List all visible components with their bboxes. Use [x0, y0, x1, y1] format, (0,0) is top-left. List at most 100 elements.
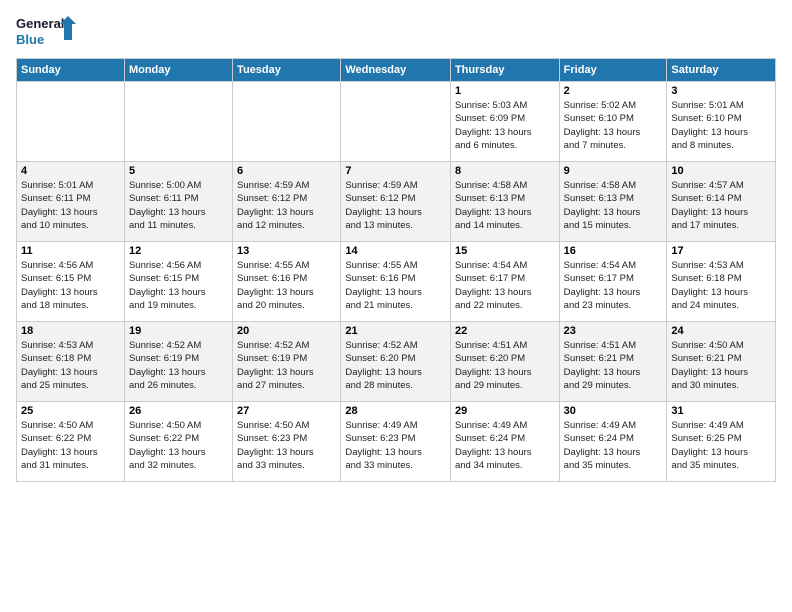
calendar-cell: 9 Sunrise: 4:58 AM Sunset: 6:13 PM Daylig… — [559, 162, 667, 242]
day-info: Sunrise: 5:01 AM Sunset: 6:11 PM Dayligh… — [21, 179, 120, 232]
calendar-cell: 17Sunrise: 4:53 AM Sunset: 6:18 PM Dayli… — [667, 242, 776, 322]
day-number: 19 — [129, 325, 228, 337]
calendar-cell: 25 Sunrise: 4:50 AM Sunset: 6:22 PM Dayli… — [17, 402, 125, 482]
calendar-cell: 19 Sunrise: 4:52 AM Sunset: 6:19 PM Dayli… — [124, 322, 232, 402]
calendar-cell: 23Sunrise: 4:51 AM Sunset: 6:21 PM Dayli… — [559, 322, 667, 402]
day-info: Sunrise: 4:50 AM Sunset: 6:22 PM Dayligh… — [21, 419, 120, 472]
day-info: Sunrise: 4:58 AM Sunset: 6:13 PM Dayligh… — [564, 179, 663, 232]
day-number: 12 — [129, 245, 228, 257]
day-info: Sunrise: 4:50 AM Sunset: 6:22 PM Dayligh… — [129, 419, 228, 472]
calendar-cell: 8Sunrise: 4:58 AM Sunset: 6:13 PM Daylig… — [450, 162, 559, 242]
calendar-cell: 29Sunrise: 4:49 AM Sunset: 6:24 PM Dayli… — [450, 402, 559, 482]
calendar-cell: 11 Sunrise: 4:56 AM Sunset: 6:15 PM Dayli… — [17, 242, 125, 322]
day-info: Sunrise: 4:51 AM Sunset: 6:21 PM Dayligh… — [564, 339, 663, 392]
weekday-header-sunday: Sunday — [17, 59, 125, 82]
day-info: Sunrise: 4:52 AM Sunset: 6:20 PM Dayligh… — [345, 339, 446, 392]
calendar-cell: 3 Sunrise: 5:01 AM Sunset: 6:10 PM Daylig… — [667, 82, 776, 162]
calendar-cell: 20 Sunrise: 4:52 AM Sunset: 6:19 PM Dayli… — [233, 322, 341, 402]
day-number: 13 — [237, 245, 336, 257]
calendar-cell: 5Sunrise: 5:00 AM Sunset: 6:11 PM Daylig… — [124, 162, 232, 242]
weekday-header-thursday: Thursday — [450, 59, 559, 82]
day-info: Sunrise: 5:00 AM Sunset: 6:11 PM Dayligh… — [129, 179, 228, 232]
day-number: 6 — [237, 165, 336, 177]
day-number: 14 — [345, 245, 446, 257]
day-info: Sunrise: 4:51 AM Sunset: 6:20 PM Dayligh… — [455, 339, 555, 392]
calendar: SundayMondayTuesdayWednesdayThursdayFrid… — [16, 58, 776, 482]
day-info: Sunrise: 4:49 AM Sunset: 6:24 PM Dayligh… — [564, 419, 663, 472]
day-info: Sunrise: 4:59 AM Sunset: 6:12 PM Dayligh… — [237, 179, 336, 232]
day-number: 1 — [455, 85, 555, 97]
calendar-cell — [233, 82, 341, 162]
day-number: 4 — [21, 165, 120, 177]
calendar-cell: 24 Sunrise: 4:50 AM Sunset: 6:21 PM Dayli… — [667, 322, 776, 402]
calendar-cell: 2 Sunrise: 5:02 AM Sunset: 6:10 PM Daylig… — [559, 82, 667, 162]
svg-text:General: General — [16, 16, 64, 31]
day-number: 28 — [345, 405, 446, 417]
day-number: 16 — [564, 245, 663, 257]
day-info: Sunrise: 5:02 AM Sunset: 6:10 PM Dayligh… — [564, 99, 663, 152]
calendar-cell — [341, 82, 451, 162]
calendar-cell — [124, 82, 232, 162]
calendar-cell: 1Sunrise: 5:03 AM Sunset: 6:09 PM Daylig… — [450, 82, 559, 162]
calendar-cell: 26 Sunrise: 4:50 AM Sunset: 6:22 PM Dayli… — [124, 402, 232, 482]
logo-svg: General Blue — [16, 12, 76, 50]
day-number: 29 — [455, 405, 555, 417]
calendar-cell: 4 Sunrise: 5:01 AM Sunset: 6:11 PM Daylig… — [17, 162, 125, 242]
day-info: Sunrise: 4:50 AM Sunset: 6:21 PM Dayligh… — [671, 339, 771, 392]
calendar-cell: 22 Sunrise: 4:51 AM Sunset: 6:20 PM Dayli… — [450, 322, 559, 402]
day-number: 2 — [564, 85, 663, 97]
calendar-cell: 12 Sunrise: 4:56 AM Sunset: 6:15 PM Dayli… — [124, 242, 232, 322]
day-number: 31 — [671, 405, 771, 417]
calendar-cell: 10 Sunrise: 4:57 AM Sunset: 6:14 PM Dayli… — [667, 162, 776, 242]
day-number: 7 — [345, 165, 446, 177]
day-info: Sunrise: 4:52 AM Sunset: 6:19 PM Dayligh… — [237, 339, 336, 392]
day-number: 11 — [21, 245, 120, 257]
header: General Blue — [16, 12, 776, 50]
day-number: 18 — [21, 325, 120, 337]
weekday-header-tuesday: Tuesday — [233, 59, 341, 82]
day-number: 26 — [129, 405, 228, 417]
calendar-cell: 14 Sunrise: 4:55 AM Sunset: 6:16 PM Dayli… — [341, 242, 451, 322]
day-info: Sunrise: 5:01 AM Sunset: 6:10 PM Dayligh… — [671, 99, 771, 152]
day-number: 8 — [455, 165, 555, 177]
calendar-cell: 16 Sunrise: 4:54 AM Sunset: 6:17 PM Dayli… — [559, 242, 667, 322]
weekday-header-friday: Friday — [559, 59, 667, 82]
day-info: Sunrise: 4:56 AM Sunset: 6:15 PM Dayligh… — [21, 259, 120, 312]
day-number: 20 — [237, 325, 336, 337]
day-info: Sunrise: 4:57 AM Sunset: 6:14 PM Dayligh… — [671, 179, 771, 232]
day-number: 3 — [671, 85, 771, 97]
day-number: 22 — [455, 325, 555, 337]
weekday-header-wednesday: Wednesday — [341, 59, 451, 82]
day-number: 15 — [455, 245, 555, 257]
day-info: Sunrise: 4:54 AM Sunset: 6:17 PM Dayligh… — [455, 259, 555, 312]
calendar-cell: 13 Sunrise: 4:55 AM Sunset: 6:16 PM Dayli… — [233, 242, 341, 322]
day-number: 9 — [564, 165, 663, 177]
day-info: Sunrise: 4:50 AM Sunset: 6:23 PM Dayligh… — [237, 419, 336, 472]
day-number: 25 — [21, 405, 120, 417]
calendar-cell: 31 Sunrise: 4:49 AM Sunset: 6:25 PM Dayli… — [667, 402, 776, 482]
day-number: 17 — [671, 245, 771, 257]
weekday-header-monday: Monday — [124, 59, 232, 82]
logo: General Blue — [16, 12, 76, 50]
day-number: 30 — [564, 405, 663, 417]
day-number: 24 — [671, 325, 771, 337]
day-info: Sunrise: 4:53 AM Sunset: 6:18 PM Dayligh… — [21, 339, 120, 392]
calendar-cell: 18 Sunrise: 4:53 AM Sunset: 6:18 PM Dayli… — [17, 322, 125, 402]
calendar-cell: 28Sunrise: 4:49 AM Sunset: 6:23 PM Dayli… — [341, 402, 451, 482]
day-info: Sunrise: 4:54 AM Sunset: 6:17 PM Dayligh… — [564, 259, 663, 312]
day-info: Sunrise: 4:59 AM Sunset: 6:12 PM Dayligh… — [345, 179, 446, 232]
day-number: 27 — [237, 405, 336, 417]
day-info: Sunrise: 4:49 AM Sunset: 6:25 PM Dayligh… — [671, 419, 771, 472]
day-info: Sunrise: 4:56 AM Sunset: 6:15 PM Dayligh… — [129, 259, 228, 312]
day-number: 10 — [671, 165, 771, 177]
calendar-cell: 15 Sunrise: 4:54 AM Sunset: 6:17 PM Dayli… — [450, 242, 559, 322]
calendar-cell: 30 Sunrise: 4:49 AM Sunset: 6:24 PM Dayli… — [559, 402, 667, 482]
svg-text:Blue: Blue — [16, 32, 44, 47]
calendar-cell — [17, 82, 125, 162]
calendar-cell: 21Sunrise: 4:52 AM Sunset: 6:20 PM Dayli… — [341, 322, 451, 402]
day-info: Sunrise: 4:55 AM Sunset: 6:16 PM Dayligh… — [345, 259, 446, 312]
calendar-cell: 7 Sunrise: 4:59 AM Sunset: 6:12 PM Daylig… — [341, 162, 451, 242]
day-info: Sunrise: 4:55 AM Sunset: 6:16 PM Dayligh… — [237, 259, 336, 312]
day-info: Sunrise: 4:52 AM Sunset: 6:19 PM Dayligh… — [129, 339, 228, 392]
calendar-cell: 27 Sunrise: 4:50 AM Sunset: 6:23 PM Dayli… — [233, 402, 341, 482]
